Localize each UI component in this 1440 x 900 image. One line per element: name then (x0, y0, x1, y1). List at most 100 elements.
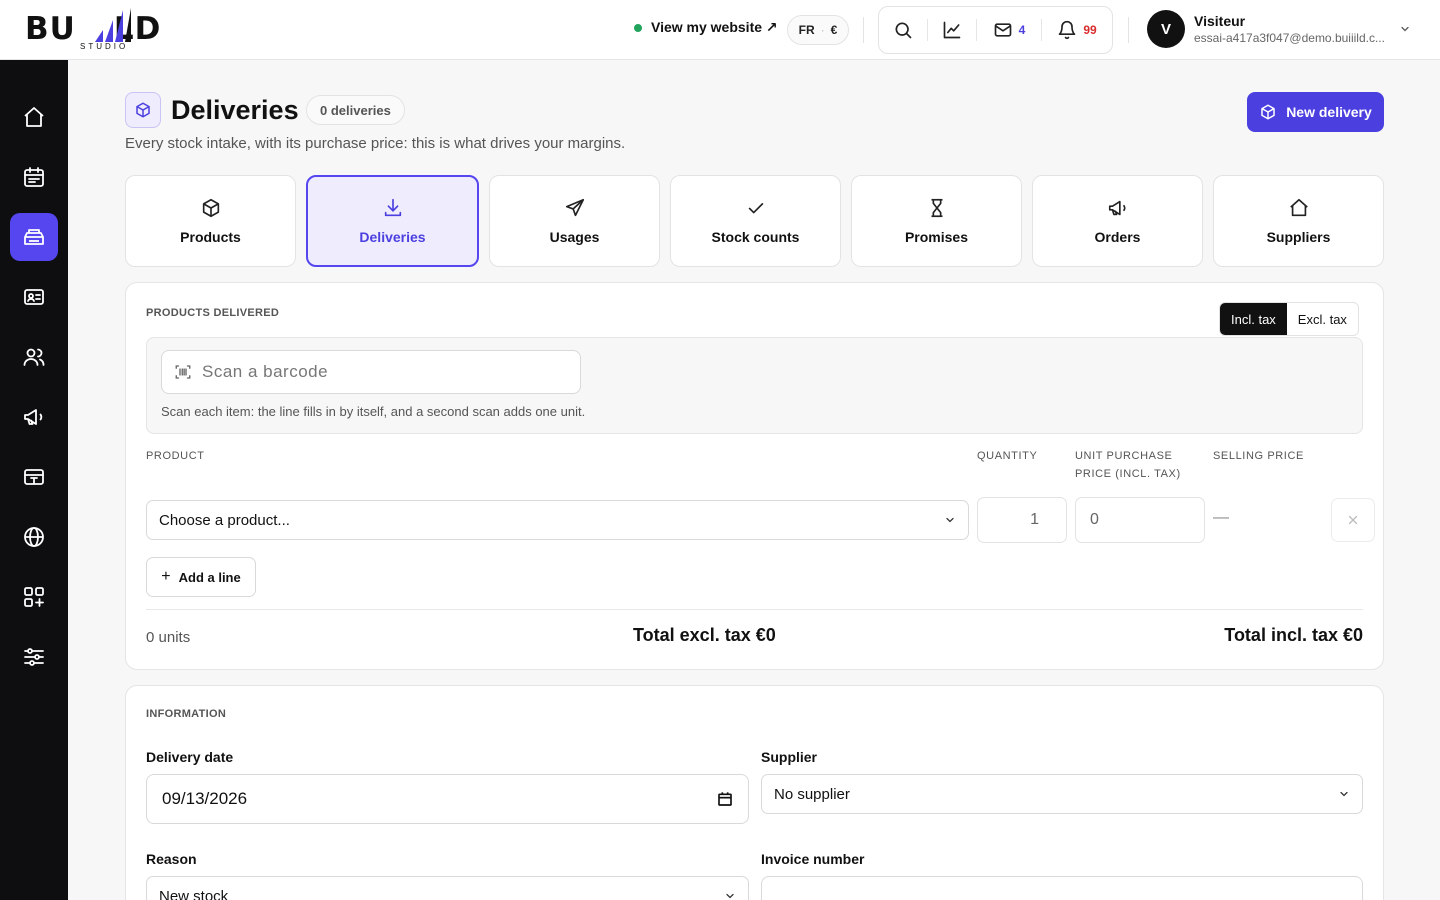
product-select[interactable]: Choose a product... (146, 500, 969, 540)
sliders-icon (24, 648, 44, 666)
calendar-icon[interactable] (717, 791, 733, 807)
megaphone-icon (24, 409, 43, 425)
reason-label: Reason (146, 851, 197, 867)
sidebar-item-team[interactable] (10, 333, 58, 381)
page-icon (125, 92, 161, 128)
delivery-date-input[interactable]: 09/13/2026 (146, 774, 749, 824)
logo-subtitle: STUDIO (80, 42, 129, 51)
tab-label: Stock counts (711, 229, 800, 245)
box-icon (202, 198, 219, 218)
incl-tax-option[interactable]: Incl. tax (1220, 303, 1287, 335)
mail-count-badge: 4 (1018, 23, 1026, 37)
tab-promises[interactable]: Promises (851, 175, 1022, 267)
separator-dot: · (820, 23, 825, 37)
column-header-unit-price-line2: PRICE (INCL. TAX) (1075, 468, 1181, 480)
tab-orders[interactable]: Orders (1032, 175, 1203, 267)
send-icon (565, 198, 584, 217)
supplier-select-value: No supplier (774, 785, 850, 803)
language-code: FR (798, 23, 815, 37)
chevron-down-icon (1401, 26, 1409, 32)
barcode-scan-icon (175, 365, 191, 379)
excl-tax-option[interactable]: Excl. tax (1287, 303, 1358, 335)
chevron-down-icon (726, 893, 734, 899)
tab-label: Orders (1094, 229, 1141, 245)
sidebar-item-home[interactable] (10, 93, 58, 141)
barcode-scan-area: Scan a barcode Scan each item: the line … (146, 337, 1363, 434)
reason-select-value: New stock (159, 887, 229, 900)
header-toolbar: 4 99 (878, 6, 1113, 54)
column-header-product: PRODUCT (146, 450, 205, 462)
delivery-date-value: 09/13/2026 (162, 789, 248, 808)
payment-terminal-icon (24, 469, 44, 485)
tab-usages[interactable]: Usages (489, 175, 660, 267)
tab-products[interactable]: Products (125, 175, 296, 267)
new-delivery-button[interactable]: New delivery (1247, 92, 1384, 132)
page-title: Deliveries (171, 95, 299, 125)
language-currency-switch[interactable]: FR · € (787, 15, 849, 45)
notifications-button[interactable]: 99 (1042, 7, 1112, 53)
section-heading: PRODUCTS DELIVERED (146, 307, 280, 319)
download-icon (384, 198, 401, 217)
globe-icon (24, 527, 44, 547)
new-delivery-label: New delivery (1286, 104, 1372, 120)
sidebar-item-marketing[interactable] (10, 393, 58, 441)
avatar: V (1147, 10, 1185, 48)
users-icon (23, 348, 45, 366)
sidebar-item-payments[interactable] (10, 453, 58, 501)
brand-logo[interactable]: BU LD STUDIO (25, 8, 185, 52)
apps-icon (24, 587, 44, 607)
bell-icon (1058, 20, 1076, 40)
quantity-input[interactable]: 1 (977, 497, 1067, 543)
section-heading: INFORMATION (146, 708, 227, 720)
tab-deliveries[interactable]: Deliveries (306, 175, 479, 267)
search-icon (895, 22, 912, 39)
box-icon (136, 102, 150, 118)
tax-mode-toggle: Incl. tax Excl. tax (1219, 302, 1359, 336)
scan-help-text: Scan each item: the line fills in by its… (161, 404, 586, 419)
unit-price-input[interactable]: 0 (1075, 497, 1205, 543)
tab-label: Products (180, 229, 241, 245)
sidebar-item-website[interactable] (10, 513, 58, 561)
barcode-input[interactable]: Scan a barcode (161, 350, 581, 394)
user-email: essai-a417a3f047@demo.buiiild.c... (1194, 30, 1385, 45)
user-menu[interactable]: V Visiteur essai-a417a3f047@demo.buiiild… (1147, 10, 1411, 48)
total-excl-tax: Total excl. tax €0 (633, 625, 776, 645)
supplier-label: Supplier (761, 749, 818, 765)
information-card: INFORMATION Delivery date 09/13/2026 Sup… (125, 685, 1384, 900)
sidebar-item-inventory[interactable] (10, 213, 58, 261)
reason-select[interactable]: New stock (146, 876, 749, 900)
close-icon (1348, 515, 1358, 525)
stats-button[interactable] (928, 7, 976, 53)
mail-icon (994, 23, 1011, 37)
delivery-date-label: Delivery date (146, 749, 234, 765)
notification-count-badge: 99 (1083, 23, 1097, 37)
view-website-link[interactable]: View my website ↗ (634, 19, 778, 36)
remove-line-button[interactable] (1331, 498, 1375, 542)
chevron-down-icon (1340, 791, 1348, 797)
page-subtitle: Every stock intake, with its purchase pr… (125, 135, 626, 152)
sidebar-item-contacts[interactable] (10, 273, 58, 321)
invoice-number-input[interactable] (761, 876, 1363, 900)
messages-button[interactable]: 4 (977, 7, 1041, 53)
units-total: 0 units (146, 629, 191, 646)
check-icon (748, 203, 763, 214)
deliveries-count-badge: 0 deliveries (306, 95, 405, 125)
user-name: Visiteur (1194, 12, 1246, 29)
search-button[interactable] (879, 7, 927, 53)
supplier-select[interactable]: No supplier (761, 774, 1363, 814)
tab-suppliers[interactable]: Suppliers (1213, 175, 1384, 267)
top-header: BULD STUDIO View my website ↗ FR · € 4 (0, 0, 1440, 60)
column-header-quantity: QUANTITY (977, 450, 1038, 462)
sidebar-item-calendar[interactable] (10, 153, 58, 201)
hourglass-icon (931, 198, 942, 218)
plus-icon: + (161, 568, 171, 585)
megaphone-icon (1108, 200, 1126, 216)
sidebar-item-apps[interactable] (10, 573, 58, 621)
home-icon (24, 107, 44, 127)
total-incl-tax: Total incl. tax €0 (1224, 625, 1363, 645)
tab-stock-counts[interactable]: Stock counts (670, 175, 841, 267)
product-select-value: Choose a product... (159, 511, 290, 529)
sidebar-item-settings[interactable] (10, 633, 58, 681)
currency-symbol: € (830, 23, 838, 37)
add-line-button[interactable]: + Add a line (146, 557, 256, 597)
